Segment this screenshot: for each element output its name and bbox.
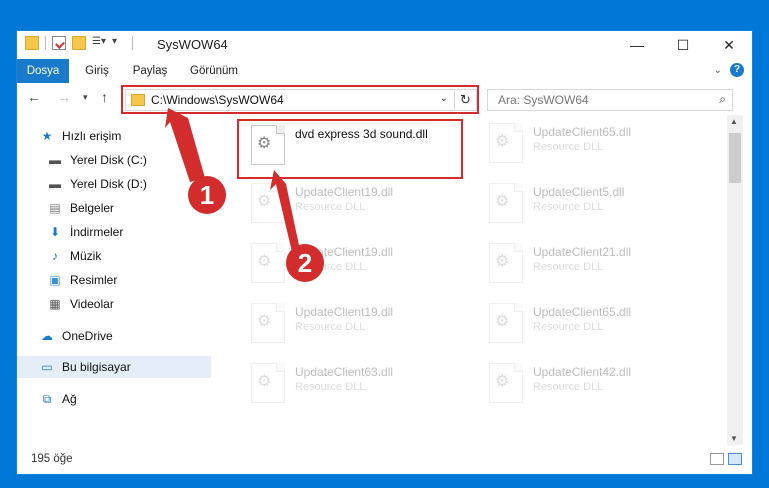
scroll-thumb[interactable] xyxy=(729,133,741,183)
search-icon: ⌕ xyxy=(719,92,726,106)
gear-icon: ⚙ xyxy=(495,133,510,150)
sidebar-item-videos[interactable]: ▦ Videolar 📌 xyxy=(17,293,241,315)
maximize-button[interactable]: ☐ xyxy=(660,31,706,59)
details-view-icon[interactable] xyxy=(710,453,724,465)
scroll-up-icon[interactable]: ▲ xyxy=(730,117,738,126)
tab-view[interactable]: Görünüm xyxy=(185,59,243,83)
file-item[interactable]: ⚙ UpdateClient65.dll Resource DLL xyxy=(477,295,699,355)
gear-icon: ⚙ xyxy=(257,253,272,270)
gear-icon: ⚙ xyxy=(495,193,510,210)
search-placeholder: Ara: SysWOW64 xyxy=(498,93,589,107)
computer-icon: ▭ xyxy=(41,360,53,374)
downloads-icon: ⬇ xyxy=(49,225,61,239)
tab-share[interactable]: Paylaş xyxy=(127,59,173,83)
file-item[interactable]: ⚙ UpdateClient21.dll Resource DLL xyxy=(477,235,699,295)
file-item[interactable]: ⚙ UpdateClient19.dll Resource DLL xyxy=(239,295,461,355)
explorer-window: ☰▾ ▾ SysWOW64 — ☐ ✕ Dosya Giriş Paylaş G… xyxy=(16,30,753,475)
sidebar-item-disk-c[interactable]: ▬ Yerel Disk (C:) 📌 xyxy=(17,149,241,171)
vertical-scrollbar[interactable]: ▲ ▼ xyxy=(727,115,743,445)
dropdown-icon[interactable]: ▾ xyxy=(112,36,126,50)
expand-ribbon-icon[interactable]: ⌄ xyxy=(714,65,722,76)
close-button[interactable]: ✕ xyxy=(706,31,752,59)
file-item[interactable]: ⚙ UpdateClient19.dll Resource DLL xyxy=(239,235,461,295)
search-input[interactable]: Ara: SysWOW64 ⌕ xyxy=(487,89,733,111)
gear-icon: ⚙ xyxy=(257,313,272,330)
item-count: 195 öğe xyxy=(31,453,73,465)
sidebar-item-pictures[interactable]: ▣ Resimler 📌 xyxy=(17,269,241,291)
forward-icon[interactable]: → xyxy=(57,89,71,105)
navigation-bar: ← → ▾ ↑ C:\Windows\SysWOW64 ⌄ ↻ Ara: Sys… xyxy=(17,83,752,115)
drive-icon: ▬ xyxy=(49,153,61,167)
music-icon: ♪ xyxy=(52,249,58,263)
back-icon[interactable]: ← xyxy=(27,89,41,105)
file-item[interactable]: ⚙ UpdateClient63.dll Resource DLL xyxy=(239,355,461,415)
up-icon[interactable]: ↑ xyxy=(101,89,108,105)
quick-access-toolbar: ☰▾ ▾ xyxy=(25,36,133,50)
tab-home[interactable]: Giriş xyxy=(79,59,115,83)
onedrive-icon: ☁ xyxy=(41,329,53,343)
sidebar-item-this-pc[interactable]: ▭ Bu bilgisayar xyxy=(17,356,233,378)
sidebar-item-downloads[interactable]: ⬇ İndirmeler 📌 xyxy=(17,221,241,243)
sidebar-item-onedrive[interactable]: ☁ OneDrive xyxy=(17,325,233,347)
file-highlight xyxy=(237,119,463,179)
window-title: SysWOW64 xyxy=(157,37,228,52)
minimize-button[interactable]: — xyxy=(614,31,660,59)
step-badge-2: 2 xyxy=(286,244,324,282)
help-icon[interactable]: ? xyxy=(730,63,744,77)
file-list: ⚙ dvd express 3d sound.dll ⚙ UpdateClien… xyxy=(211,115,727,445)
file-item[interactable]: ⚙ UpdateClient42.dll Resource DLL xyxy=(477,355,699,415)
sidebar-item-quick-access[interactable]: ★ Hızlı erişim xyxy=(17,125,233,147)
gear-icon: ⚙ xyxy=(495,253,510,270)
customize-toolbar-icon[interactable]: ☰▾ xyxy=(92,36,106,50)
star-icon: ★ xyxy=(41,129,53,143)
documents-icon: ▤ xyxy=(49,201,61,215)
recent-locations-icon[interactable]: ▾ xyxy=(83,92,88,103)
title-bar: ☰▾ ▾ SysWOW64 — ☐ ✕ xyxy=(17,31,752,59)
gear-icon: ⚙ xyxy=(495,373,510,390)
ribbon-tabs: Dosya Giriş Paylaş Görünüm ⌄ ? xyxy=(17,59,752,119)
file-item[interactable]: ⚙ UpdateClient19.dll Resource DLL xyxy=(239,175,461,235)
sidebar-item-music[interactable]: ♪ Müzik 📌 xyxy=(17,245,241,267)
properties-icon[interactable] xyxy=(52,36,66,50)
scroll-down-icon[interactable]: ▼ xyxy=(730,434,738,443)
folder-icon xyxy=(25,36,39,50)
gear-icon: ⚙ xyxy=(257,193,272,210)
step-badge-1: 1 xyxy=(188,176,226,214)
network-icon: ⧉ xyxy=(42,391,52,406)
new-folder-icon[interactable] xyxy=(72,36,86,50)
navigation-pane: ★ Hızlı erişim ▬ Yerel Disk (C:) 📌 ▬ Yer… xyxy=(17,115,235,445)
sidebar-item-network[interactable]: ⧉ Ağ xyxy=(17,388,233,410)
file-item[interactable]: ⚙ UpdateClient65.dll Resource DLL xyxy=(477,115,699,175)
pictures-icon: ▣ xyxy=(49,273,61,287)
gear-icon: ⚙ xyxy=(257,373,272,390)
videos-icon: ▦ xyxy=(49,297,61,311)
status-bar: 195 öğe xyxy=(17,445,752,474)
file-item[interactable]: ⚙ UpdateClient5.dll Resource DLL xyxy=(477,175,699,235)
gear-icon: ⚙ xyxy=(495,313,510,330)
address-highlight xyxy=(121,85,479,114)
large-icons-view-icon[interactable] xyxy=(728,453,742,465)
drive-icon: ▬ xyxy=(49,177,61,191)
